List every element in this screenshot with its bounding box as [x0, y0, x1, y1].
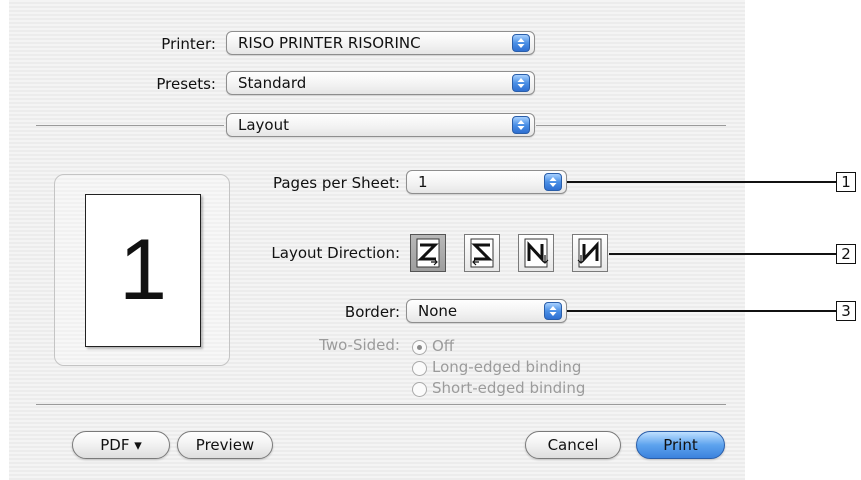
presets-value: Standard — [238, 74, 307, 92]
two-sided-long-edge-label: Long-edged binding — [432, 358, 582, 376]
border-popup[interactable]: None — [406, 299, 567, 323]
layout-direction-label: Layout Direction: — [271, 244, 400, 262]
callout-1: 1 — [836, 172, 856, 192]
panel-popup[interactable]: Layout — [226, 113, 535, 137]
callout-line — [567, 310, 836, 312]
preview-button[interactable]: Preview — [177, 431, 273, 459]
pages-per-sheet-label: Pages per Sheet: — [272, 174, 400, 192]
layout-direction-option-4[interactable] — [572, 234, 608, 272]
separator — [36, 125, 224, 126]
printer-value: RISO PRINTER RISORINC — [238, 34, 421, 52]
callout-line — [567, 181, 836, 183]
two-sided-label: Two-Sided: — [319, 336, 400, 354]
pages-per-sheet-value: 1 — [418, 173, 428, 191]
layout-direction-option-3[interactable] — [518, 234, 554, 272]
reverse-z-order-icon — [470, 238, 494, 268]
pdf-button[interactable]: PDF ▾ — [72, 431, 170, 459]
pages-per-sheet-popup[interactable]: 1 — [406, 170, 567, 194]
two-sided-long-edge-radio[interactable] — [412, 361, 427, 376]
popup-arrows-icon — [512, 34, 530, 52]
layout-direction-option-2[interactable] — [464, 234, 500, 272]
callout-3: 3 — [836, 301, 856, 321]
separator — [536, 125, 726, 126]
popup-arrows-icon — [544, 173, 562, 191]
cancel-button[interactable]: Cancel — [525, 431, 621, 459]
n-order-icon — [524, 238, 549, 268]
popup-arrows-icon — [544, 302, 562, 320]
preview-page: 1 — [85, 194, 201, 347]
callout-line — [609, 253, 836, 255]
radio-selected-dot — [417, 345, 422, 350]
print-button[interactable]: Print — [636, 431, 725, 459]
printer-label: Printer: — [161, 35, 216, 53]
presets-label: Presets: — [156, 75, 216, 93]
z-order-icon — [416, 238, 440, 268]
callout-2: 2 — [836, 244, 856, 264]
popup-arrows-icon — [512, 74, 530, 92]
popup-arrows-icon — [512, 116, 530, 134]
preview-page-number: 1 — [119, 222, 167, 318]
separator — [36, 404, 726, 405]
two-sided-short-edge-radio[interactable] — [412, 382, 427, 397]
two-sided-short-edge-label: Short-edged binding — [432, 379, 586, 397]
border-value: None — [418, 302, 458, 320]
layout-direction-option-1[interactable] — [410, 234, 446, 272]
presets-popup[interactable]: Standard — [226, 71, 535, 95]
two-sided-off-label: Off — [432, 337, 455, 355]
panel-value: Layout — [238, 116, 289, 134]
printer-popup[interactable]: RISO PRINTER RISORINC — [226, 31, 535, 55]
reverse-n-order-icon — [577, 238, 602, 268]
border-label: Border: — [344, 303, 400, 321]
two-sided-off-radio[interactable] — [412, 340, 427, 355]
